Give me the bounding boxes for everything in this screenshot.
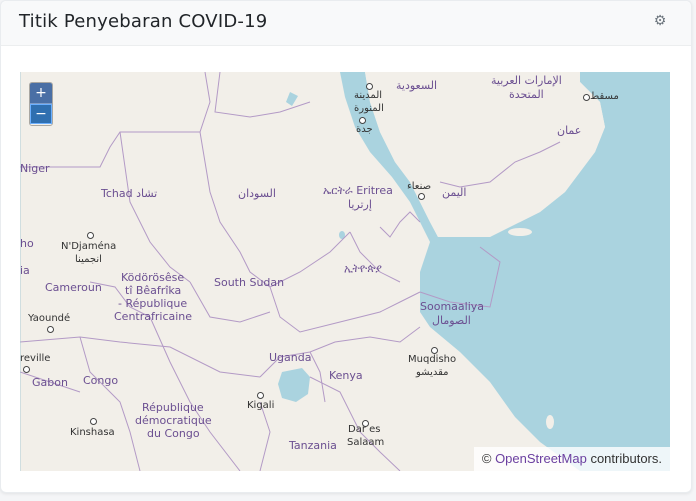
country-label-uae-2: المتحدة — [509, 88, 544, 101]
settings-button[interactable]: ⚙ — [645, 8, 675, 34]
city-marker — [257, 392, 264, 399]
zoom-control: + − — [29, 82, 53, 126]
map-card: Titik Penyebaran COVID-19 ⚙ Niger Tchad … — [0, 0, 692, 493]
city-label-sanaa: صنعاء — [407, 181, 432, 192]
country-label-partial-2: ia — [20, 264, 30, 277]
country-label-saudi: السعودية — [396, 79, 438, 92]
map-attribution: © OpenStreetMap contributors. — [473, 447, 670, 471]
country-label-oman: عمان — [557, 124, 582, 137]
country-label-chad: Tchad تشاد — [101, 187, 158, 200]
country-label-tanzania: Tanzania — [289, 439, 337, 452]
city-label-mogadishu: Muqdisho — [408, 354, 457, 365]
city-label-kigali: Kigali — [247, 400, 275, 411]
city-marker — [90, 418, 97, 425]
card-header: Titik Penyebaran COVID-19 ⚙ — [1, 1, 691, 46]
country-label-somalia: Soomaaliya — [420, 300, 485, 313]
country-label-ethiopia: ኢትዮጵያ — [344, 262, 382, 275]
country-label-eritrea: ኤርትራ Eritrea — [323, 184, 393, 197]
city-label-mogadishu-ar: مقديشو — [416, 367, 449, 378]
country-label-drc-2: démocratique — [135, 414, 212, 427]
country-label-yemen: اليمن — [442, 186, 467, 199]
city-marker — [47, 326, 54, 333]
country-label-car-3: - République — [118, 297, 188, 310]
country-label-eritrea-ar: إرتريا — [348, 198, 372, 211]
country-label-drc-3: du Congo — [147, 427, 200, 440]
country-label-niger: Niger — [20, 162, 50, 175]
zoom-out-button[interactable]: − — [30, 104, 52, 124]
city-label-ndjamena-ar: انجمينا — [75, 254, 102, 265]
city-label-medina-2: المنورة — [354, 103, 384, 114]
city-label-ndjamena: N'Djaména — [61, 241, 117, 252]
country-label-car-1: Ködörösêse — [121, 271, 185, 284]
country-label-car-4: Centrafricaine — [114, 310, 193, 323]
country-label-uae: الإمارات العربية — [491, 74, 562, 87]
country-label-partial-1: ho — [20, 237, 34, 250]
map-view[interactable]: Niger Tchad تشاد السودان ኤርትራ Eritrea إر… — [20, 72, 670, 471]
country-label-cameroon: Cameroun — [45, 281, 102, 294]
city-marker — [366, 83, 373, 90]
attribution-prefix: © — [481, 451, 492, 466]
city-marker — [583, 94, 590, 101]
country-label-south-sudan: South Sudan — [214, 276, 285, 289]
city-label-libreville: reville — [20, 353, 51, 364]
city-marker — [418, 193, 425, 200]
city-label-dar-es-salaam: Dar es — [348, 424, 381, 435]
country-label-gabon: Gabon — [32, 376, 68, 389]
city-label-kinshasa: Kinshasa — [70, 427, 115, 438]
city-marker — [23, 366, 30, 373]
country-label-uganda: Uganda — [269, 351, 312, 364]
city-label-medina: المدينة — [354, 90, 383, 101]
zoom-in-button[interactable]: + — [30, 83, 52, 104]
country-label-kenya: Kenya — [329, 369, 363, 382]
country-label-sudan: السودان — [238, 187, 276, 200]
country-label-somalia-ar: الصومال — [432, 314, 471, 327]
city-marker — [431, 347, 438, 354]
city-marker — [359, 117, 366, 124]
openstreetmap-link[interactable]: OpenStreetMap — [495, 451, 587, 466]
city-label-jeddah: جدة — [356, 124, 373, 135]
country-label-car-2: tî Bêafrîka — [125, 284, 182, 297]
gear-icon: ⚙ — [653, 13, 667, 29]
country-label-congo: Congo — [83, 374, 119, 387]
city-label-yaounde: Yaoundé — [28, 313, 71, 324]
page-title: Titik Penyebaran COVID-19 — [19, 11, 268, 32]
city-marker — [87, 232, 94, 239]
country-label-drc-1: République — [142, 401, 204, 414]
city-label-dar-es-salaam-2: Salaam — [347, 437, 385, 448]
attribution-suffix: contributors. — [586, 451, 662, 466]
city-label-muscat: مسقط — [590, 91, 619, 102]
